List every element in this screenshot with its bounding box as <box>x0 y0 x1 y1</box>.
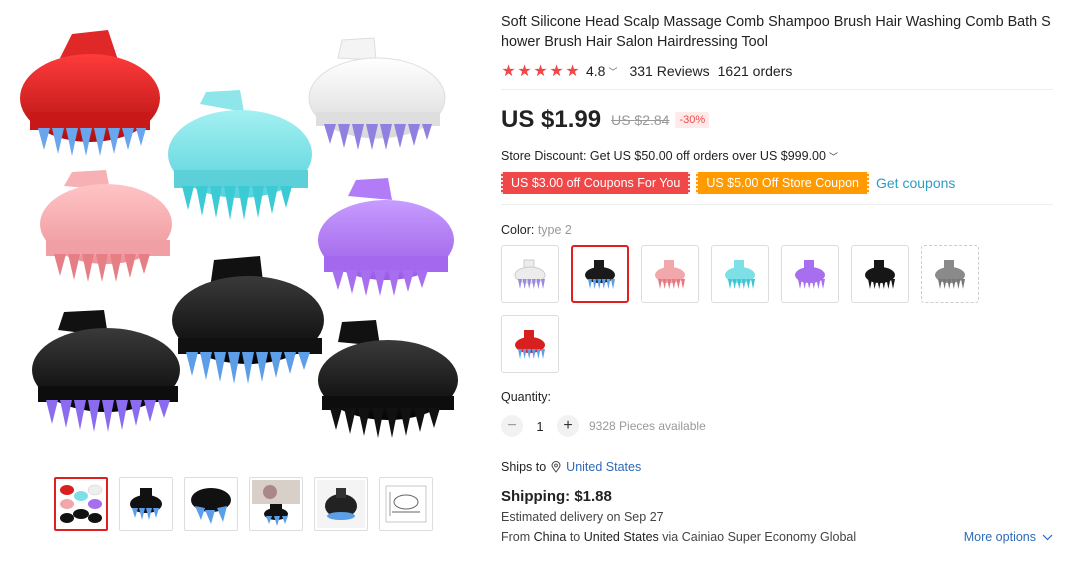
quantity-stepper: − 1 + 9328 Pieces available <box>501 415 1053 437</box>
star-icon: ★ <box>565 63 580 80</box>
color-swatch-purple[interactable] <box>781 245 839 303</box>
current-price: US $1.99 <box>501 106 602 133</box>
price-row: US $1.99 US $2.84 -30% <box>501 106 1053 134</box>
star-rating: ★ ★ ★ ★ ★ <box>501 61 580 81</box>
main-product-image <box>20 20 470 450</box>
reviews-link[interactable]: 331 Reviews <box>629 63 709 79</box>
star-icon: ★ <box>517 63 532 80</box>
from-prefix: From <box>501 530 531 544</box>
thumbnail-2[interactable] <box>119 477 173 531</box>
color-swatch-grey[interactable] <box>921 245 979 303</box>
brush-purple-icon <box>795 260 825 289</box>
coupons-row: US $3.00 off Coupons For You US $5.00 Of… <box>501 172 1053 194</box>
color-swatch-black[interactable] <box>851 245 909 303</box>
star-icon: ★ <box>533 63 548 80</box>
brush-white-icon <box>514 259 546 289</box>
store-discount-text: Store Discount: Get US $50.00 off orders… <box>501 149 826 163</box>
discount-badge: -30% <box>675 112 710 128</box>
color-swatch-white[interactable] <box>501 245 559 303</box>
divider <box>501 204 1053 205</box>
coupon-for-you[interactable]: US $3.00 off Coupons For You <box>501 172 691 194</box>
chevron-down-icon[interactable]: ﹀ <box>829 150 838 163</box>
estimated-delivery: Estimated delivery on Sep 27 <box>501 510 664 524</box>
thumbnail-6[interactable] <box>379 477 433 531</box>
brush-cyan-icon <box>725 260 755 289</box>
chevron-down-icon[interactable]: ﹀ <box>608 65 617 78</box>
brush-pink-icon <box>655 260 685 289</box>
divider <box>501 89 1053 90</box>
color-swatch-pink[interactable] <box>641 245 699 303</box>
star-icon: ★ <box>501 63 516 80</box>
brush-grey-icon <box>935 260 965 289</box>
thumbnail-1[interactable] <box>54 477 108 531</box>
color-swatches <box>501 245 1001 373</box>
ships-to-row: Ships to United States <box>501 460 1053 474</box>
more-options-label: More options <box>963 530 1036 544</box>
product-title: Soft Silicone Head Scalp Massage Comb Sh… <box>501 14 1051 50</box>
shipping-route-row: From China to United States via Cainiao … <box>501 530 1053 544</box>
product-info-panel: Soft Silicone Head Scalp Massage Comb Sh… <box>501 12 1053 544</box>
rating-value[interactable]: 4.8 <box>586 63 605 79</box>
color-label-text: Color: <box>501 223 535 237</box>
store-coupon[interactable]: US $5.00 Off Store Coupon <box>696 172 869 194</box>
color-label: Color: type 2 <box>501 223 1053 237</box>
rating-row: ★ ★ ★ ★ ★ 4.8 ﹀ 331 Reviews 1621 orders <box>501 61 1053 81</box>
brush-black-blue-icon <box>585 260 615 289</box>
decrease-quantity-button[interactable]: − <box>501 415 523 437</box>
ships-to-country[interactable]: United States <box>566 460 641 474</box>
ships-to-label: Ships to <box>501 460 547 474</box>
get-coupons-link[interactable]: Get coupons <box>876 175 955 191</box>
more-options-link[interactable]: More options <box>964 530 1053 544</box>
store-discount[interactable]: Store Discount: Get US $50.00 off orders… <box>501 149 1053 163</box>
orders-count: 1621 orders <box>717 63 793 79</box>
selected-color-name: type 2 <box>537 223 572 237</box>
brush-black-icon <box>865 260 895 289</box>
color-swatch-cyan[interactable] <box>711 245 769 303</box>
thumbnail-3[interactable] <box>184 477 238 531</box>
shipping-cost: Shipping: $1.88 <box>501 488 612 505</box>
shipping-carrier: via Cainiao Super Economy Global <box>662 530 857 544</box>
shipping-route: From China to United States via Cainiao … <box>501 530 856 544</box>
chevron-down-icon <box>1042 534 1053 540</box>
thumbnail-5[interactable] <box>314 477 368 531</box>
original-price: US $2.84 <box>611 112 670 128</box>
star-icon: ★ <box>549 63 564 80</box>
color-swatch-black-blue[interactable] <box>571 245 629 303</box>
to-prefix: to <box>569 530 581 544</box>
thumbnail-strip <box>54 477 433 531</box>
brush-red-icon <box>515 330 545 359</box>
origin-country: China <box>533 530 567 544</box>
thumbnail-4[interactable] <box>249 477 303 531</box>
quantity-input[interactable]: 1 <box>523 419 557 434</box>
pieces-available: 9328 Pieces available <box>589 419 706 433</box>
increase-quantity-button[interactable]: + <box>557 415 579 437</box>
destination-country: United States <box>583 530 659 544</box>
location-pin-icon <box>551 461 561 473</box>
color-swatch-red[interactable] <box>501 315 559 373</box>
quantity-label: Quantity: <box>501 390 552 404</box>
